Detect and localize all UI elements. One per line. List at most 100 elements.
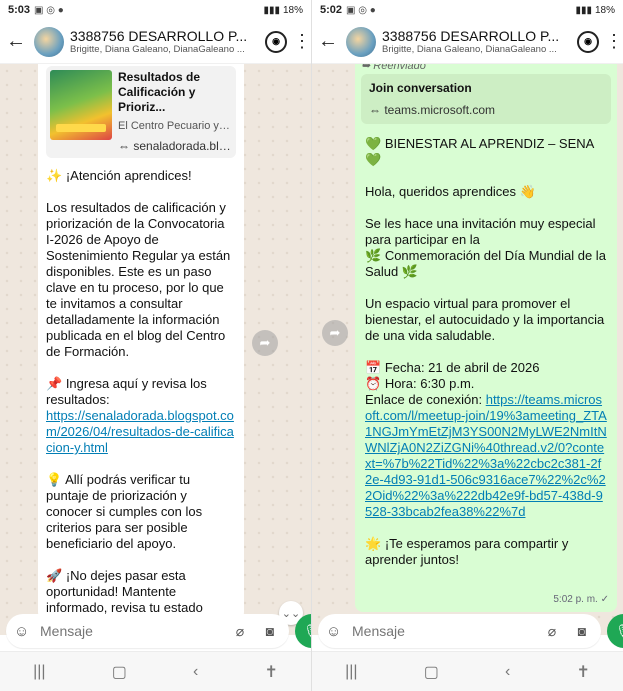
closing-text: ¡Te esperamos para compartir y aprender … xyxy=(365,536,569,567)
event-details: 📅 Fecha: 21 de abril de 2026 ⏰ Hora: 6:3… xyxy=(365,360,607,520)
join-url: ⇔ teams.microsoft.com xyxy=(369,102,603,118)
signal-icon: ▮▮▮ xyxy=(263,4,280,16)
group-name: 3388756 DESARROLLO P... xyxy=(70,28,248,44)
group-avatar[interactable] xyxy=(34,26,64,57)
message-paragraph-1: Los resultados de calificación y prioriz… xyxy=(46,200,231,359)
chat-area[interactable]: ➦ ➥ Reenviado Join conversation ⇔ teams.… xyxy=(312,64,623,635)
camera-icon[interactable]: ◙ xyxy=(571,623,593,639)
invite-text: Se les hace una invitación muy especial … xyxy=(365,216,596,247)
attach-icon[interactable]: ⌀ xyxy=(229,623,251,640)
hd-call-icon[interactable]: ◉ xyxy=(577,30,599,53)
timestamp-text: 5:02 p. m. xyxy=(553,594,598,605)
status-bar: 5:02 ▣ ◎ ● ▮▮▮ 18% xyxy=(312,0,623,20)
status-right: ▮▮▮ 18% xyxy=(263,5,303,16)
message-bubble: ➥ Reenviado Join conversation ⇔ teams.mi… xyxy=(355,64,617,612)
home-icon[interactable]: ▢ xyxy=(112,662,127,682)
link-icon: ⇔ xyxy=(369,103,385,117)
notification-icons: ▣ ◎ ● xyxy=(34,4,64,16)
teams-meeting-link[interactable]: https://teams.microsoft.com/l/meetup-joi… xyxy=(365,392,607,519)
ingresa-block: 📌 Ingresa aquí y revisa los resultados: … xyxy=(46,376,236,456)
link-preview-title: Resultados de Calificación y Prioriz... xyxy=(118,70,201,114)
hd-call-icon[interactable]: ◉ xyxy=(265,30,287,53)
back-nav-icon[interactable]: ‹ xyxy=(193,663,198,681)
home-icon[interactable]: ▢ xyxy=(424,662,439,682)
back-arrow-icon[interactable]: ← xyxy=(318,30,340,53)
join-conversation-card[interactable]: Join conversation ⇔ teams.microsoft.com xyxy=(361,74,611,124)
sparkle-icon: ✨ xyxy=(46,168,63,183)
mic-icon: 🎙 xyxy=(303,623,311,640)
greeting-text: Hola, queridos aprendices xyxy=(365,184,517,199)
message-input[interactable] xyxy=(352,623,533,639)
signal-icon: ▮▮▮ xyxy=(575,4,592,16)
link-preview-url: ⇔ senaladorada.blo... xyxy=(118,138,232,154)
link-preview-description: El Centro Pecuario y Agr... xyxy=(118,120,232,132)
hour-text: Hora: 6:30 p.m. xyxy=(384,376,475,391)
message-timestamp: 5:02 p. m. ✓ xyxy=(553,592,609,608)
join-title: Join conversation xyxy=(369,81,472,95)
camera-icon[interactable]: ◙ xyxy=(259,623,281,639)
status-time: 5:02 xyxy=(320,4,343,16)
mic-button[interactable]: 🎙 xyxy=(295,614,311,648)
link-preview-thumbnail xyxy=(50,70,112,140)
system-nav-bar: ||| ▢ ‹ ✝ xyxy=(312,651,623,691)
more-options-icon[interactable]: ⋮ xyxy=(293,31,311,52)
status-time: 5:03 xyxy=(8,4,31,16)
accessibility-icon[interactable]: ✝ xyxy=(576,662,589,682)
attach-icon[interactable]: ⌀ xyxy=(541,623,563,640)
paragraph-3-text: Allí podrás verificar tu puntaje de prio… xyxy=(46,472,203,551)
attention-line: ✨ ¡Atención aprendices! xyxy=(46,168,236,184)
chat-title-block[interactable]: 3388756 DESARROLLO P... Brigitte, Diana … xyxy=(70,28,259,55)
accessibility-icon[interactable]: ✝ xyxy=(264,662,277,682)
group-members: Brigitte, Diana Galeano, DianaGaleano ..… xyxy=(70,44,245,55)
back-arrow-icon[interactable]: ← xyxy=(6,30,28,53)
right-phone-screen: 5:02 ▣ ◎ ● ▮▮▮ 18% ← 3388756 DESARROLLO … xyxy=(312,0,623,691)
composer-box: ☺ ⌀ ◙ xyxy=(6,614,289,648)
chat-area[interactable]: Resultados de Calificación y Prioriz... … xyxy=(0,64,311,635)
link-label: Enlace de conexión: xyxy=(365,392,483,407)
link-icon: ⇔ xyxy=(118,139,134,153)
attention-text: ¡Atención aprendices! xyxy=(65,168,192,183)
group-avatar[interactable] xyxy=(346,26,376,57)
emoji-icon[interactable]: ☺ xyxy=(14,623,34,640)
link-preview-card[interactable]: Resultados de Calificación y Prioriz... … xyxy=(46,66,236,158)
forward-icon[interactable]: ➦ xyxy=(322,320,348,346)
herb-icon: 🌿 xyxy=(365,248,382,263)
bulb-icon: 💡 xyxy=(46,472,63,487)
forwarded-label: ➥ Reenviado xyxy=(361,64,611,74)
ingresa-text: Ingresa aquí y revisa los resultados: xyxy=(46,376,207,407)
system-nav-bar: ||| ▢ ‹ ✝ xyxy=(0,651,311,691)
battery-level: 18% xyxy=(282,4,303,16)
back-nav-icon[interactable]: ‹ xyxy=(505,663,510,681)
wave-icon: 👋 xyxy=(519,184,536,199)
herb-icon: 🌿 xyxy=(401,264,419,279)
left-phone-screen: 5:03 ▣ ◎ ● ▮▮▮ 18% ← 3388756 DESARROLLO … xyxy=(0,0,311,691)
date-text: Fecha: 21 de abril de 2026 xyxy=(384,360,540,375)
message-composer: ☺ ⌀ ◙ 🎙 xyxy=(312,611,623,651)
more-options-icon[interactable]: ⋮ xyxy=(605,31,623,52)
chat-header: ← 3388756 DESARROLLO P... Brigitte, Dian… xyxy=(0,20,311,64)
battery-level: 18% xyxy=(594,4,615,16)
chat-title-block[interactable]: 3388756 DESARROLLO P... Brigitte, Diana … xyxy=(382,28,571,55)
message-input[interactable] xyxy=(40,623,221,639)
status-bar: 5:03 ▣ ◎ ● ▮▮▮ 18% xyxy=(0,0,311,20)
pin-icon: 📌 xyxy=(46,376,63,391)
forward-icon[interactable]: ➦ xyxy=(252,330,278,356)
greeting-line: Hola, queridos aprendices 👋 xyxy=(365,184,607,200)
recent-apps-icon[interactable]: ||| xyxy=(345,663,357,681)
heading-line: 💚 BIENESTAR AL APRENDIZ – SENA 💚 xyxy=(365,136,607,168)
emoji-icon[interactable]: ☺ xyxy=(326,623,346,640)
notification-icons: ▣ ◎ ● xyxy=(346,4,376,16)
status-right: ▮▮▮ 18% xyxy=(575,5,615,16)
calendar-icon: 📅 xyxy=(365,360,382,375)
composer-box: ☺ ⌀ ◙ xyxy=(318,614,601,648)
description-paragraph: Un espacio virtual para promover el bien… xyxy=(365,296,605,343)
mic-button[interactable]: 🎙 xyxy=(607,614,623,648)
message-paragraph-3: 💡 Allí podrás verificar tu puntaje de pr… xyxy=(46,472,236,552)
results-link[interactable]: https://senaladorada.blogspot.com/2026/0… xyxy=(46,408,234,455)
recent-apps-icon[interactable]: ||| xyxy=(33,663,45,681)
forwarded-text: Reenviado xyxy=(373,64,426,72)
rocket-icon: 🚀 xyxy=(46,568,63,583)
closing-line: 🌟 ¡Te esperamos para compartir y aprende… xyxy=(365,536,607,568)
mic-icon: 🎙 xyxy=(615,623,623,640)
single-check-icon: ✓ xyxy=(600,594,609,605)
